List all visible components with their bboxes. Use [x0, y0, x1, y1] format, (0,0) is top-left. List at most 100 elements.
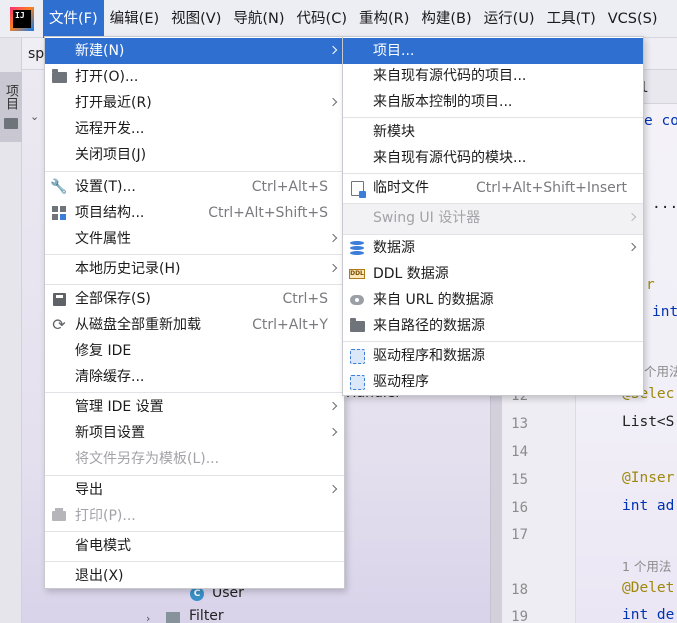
menu-build[interactable]: 构建(B)	[415, 0, 477, 38]
menu-item-settings[interactable]: 🔧 设置(T)... Ctrl+Alt+S	[45, 174, 344, 200]
menu-item-export[interactable]: 导出	[45, 477, 344, 503]
chevron-down-icon[interactable]: ⌄	[30, 110, 39, 123]
menu-item-project-from-vcs[interactable]: 来自版本控制的项目...	[343, 89, 643, 115]
menu-run[interactable]: 运行(U)	[478, 0, 541, 38]
menu-edit[interactable]: 编辑(E)	[104, 0, 165, 38]
menu-item-swing-ui-designer[interactable]: Swing UI 设计器	[343, 205, 643, 231]
menu-navigate[interactable]: 导航(N)	[227, 0, 290, 38]
menu-item-label: 来自 URL 的数据源	[373, 292, 494, 308]
menu-item-scratch-file[interactable]: 临时文件 Ctrl+Alt+Shift+Insert	[343, 175, 643, 201]
class-icon: C	[190, 587, 204, 601]
menu-item-open[interactable]: 打开(O)...	[45, 64, 344, 90]
menu-item-label: Swing UI 设计器	[373, 210, 481, 226]
menu-item-label: 退出(X)	[75, 568, 124, 584]
chevron-right-icon[interactable]: ›	[146, 612, 150, 623]
usage-hint[interactable]: 个用法	[644, 361, 677, 380]
menu-item-label: 新项目设置	[75, 425, 145, 441]
menu-item-exit[interactable]: 退出(X)	[45, 563, 344, 589]
menu-item-label: 驱动程序和数据源	[373, 348, 485, 364]
submenu-arrow-icon	[328, 233, 338, 243]
menu-code[interactable]: 代码(C)	[291, 0, 353, 38]
menu-item-label: 将文件另存为模板(L)...	[75, 451, 220, 467]
driver-icon	[349, 374, 365, 390]
menu-item-project-structure[interactable]: 项目结构... Ctrl+Alt+Shift+S	[45, 200, 344, 226]
menu-item-data-source[interactable]: 数据源	[343, 235, 643, 261]
menu-item-invalidate-caches[interactable]: 清除缓存...	[45, 364, 344, 390]
intellij-logo-icon[interactable]: IJ	[10, 6, 34, 31]
menu-separator	[45, 475, 344, 476]
usage-hint[interactable]: 1 个用法	[622, 556, 671, 575]
menu-view[interactable]: 视图(V)	[165, 0, 227, 38]
menu-item-label: 来自现有源代码的模块...	[373, 150, 527, 166]
driver-icon	[349, 348, 365, 364]
menu-item-repair-ide[interactable]: 修复 IDE	[45, 338, 344, 364]
submenu-arrow-icon	[328, 97, 338, 107]
line-number: 18	[511, 582, 528, 598]
menu-item-new-project[interactable]: 项目...	[343, 38, 643, 64]
menu-item-label: 导出	[75, 482, 103, 498]
menu-item-new-module[interactable]: 新模块	[343, 119, 643, 145]
scratch-file-icon	[349, 180, 366, 198]
code-line: @Inser	[622, 470, 675, 486]
new-submenu-dropdown: 项目... 来自现有源代码的项目... 来自版本控制的项目... 新模块 来自现…	[342, 36, 644, 396]
menu-item-file-properties[interactable]: 文件属性	[45, 226, 344, 252]
menu-item-print[interactable]: 打印(P)...	[45, 503, 344, 529]
menu-separator	[45, 561, 344, 562]
menu-item-reload-from-disk[interactable]: ⟳ 从磁盘全部重新加载 Ctrl+Alt+Y	[45, 312, 344, 338]
menu-item-manage-ide-settings[interactable]: 管理 IDE 设置	[45, 394, 344, 420]
menu-separator	[45, 284, 344, 285]
menu-item-power-save-mode[interactable]: 省电模式	[45, 533, 344, 559]
code-fragment: int	[652, 304, 677, 320]
submenu-arrow-icon	[328, 427, 338, 437]
menu-tools[interactable]: 工具(T)	[541, 0, 602, 38]
code-line: List<S	[622, 414, 675, 430]
line-number: 13	[511, 416, 528, 432]
menu-item-save-as-template[interactable]: 将文件另存为模板(L)...	[45, 446, 344, 472]
folder-icon	[51, 68, 67, 85]
menu-item-label: 管理 IDE 设置	[75, 399, 164, 415]
menu-vcs[interactable]: VCS(S)	[602, 0, 664, 38]
menu-item-data-source-from-path[interactable]: 来自路径的数据源	[343, 313, 643, 339]
menu-item-label: 从磁盘全部重新加载	[75, 317, 201, 333]
menu-item-ddl-data-source[interactable]: DDL DDL 数据源	[343, 261, 643, 287]
submenu-arrow-icon	[328, 45, 338, 55]
menu-item-module-from-existing-sources[interactable]: 来自现有源代码的模块...	[343, 145, 643, 171]
menu-separator	[45, 392, 344, 393]
menu-item-label: 驱动程序	[373, 374, 429, 390]
menu-item-local-history[interactable]: 本地历史记录(H)	[45, 256, 344, 282]
menu-item-label: 省电模式	[75, 538, 131, 554]
menu-item-driver[interactable]: 驱动程序	[343, 369, 643, 395]
menu-item-new[interactable]: 新建(N)	[45, 38, 344, 64]
menu-item-label: 新模块	[373, 124, 415, 140]
menu-file[interactable]: 文件(F)	[43, 0, 104, 38]
menu-item-project-from-existing-sources[interactable]: 来自现有源代码的项目...	[343, 63, 643, 89]
menu-refactor[interactable]: 重构(R)	[353, 0, 415, 38]
line-number: 15	[511, 472, 528, 488]
breadcrumb-project[interactable]: sp	[28, 46, 44, 62]
menu-separator	[45, 171, 344, 172]
menu-item-label: 来自版本控制的项目...	[373, 94, 513, 110]
menu-item-label: 打开(O)...	[75, 69, 139, 85]
file-menu-dropdown: 新建(N) 打开(O)... 打开最近(R) 远程开发... 关闭项目(J) 🔧…	[44, 36, 345, 589]
menu-item-save-all[interactable]: 全部保存(S) Ctrl+S	[45, 286, 344, 312]
menu-item-drivers-and-data-sources[interactable]: 驱动程序和数据源	[343, 343, 643, 369]
menu-item-label: DDL 数据源	[373, 266, 449, 282]
menu-item-data-source-from-url[interactable]: 来自 URL 的数据源	[343, 287, 643, 313]
menu-item-remote-development[interactable]: 远程开发...	[45, 116, 344, 142]
menu-item-close-project[interactable]: 关闭项目(J)	[45, 142, 344, 168]
code-fragment: r	[646, 277, 655, 293]
folder-icon	[349, 317, 365, 334]
code-fragment: ...	[652, 196, 677, 212]
code-line: int ad	[622, 498, 675, 514]
line-number: 17	[511, 527, 528, 543]
menu-item-label: 打开最近(R)	[75, 95, 152, 111]
menu-item-new-project-settings[interactable]: 新项目设置	[45, 420, 344, 446]
menu-item-label: 设置(T)...	[75, 179, 136, 195]
tree-node-filter[interactable]: Filter	[189, 608, 224, 623]
menu-item-shortcut: Ctrl+Alt+Shift+Insert	[475, 180, 627, 196]
code-line: int de	[622, 607, 675, 623]
submenu-arrow-icon	[328, 484, 338, 494]
code-line: @Delet	[622, 580, 675, 596]
menu-item-shortcut: Ctrl+Alt+S	[251, 179, 328, 195]
menu-item-open-recent[interactable]: 打开最近(R)	[45, 90, 344, 116]
